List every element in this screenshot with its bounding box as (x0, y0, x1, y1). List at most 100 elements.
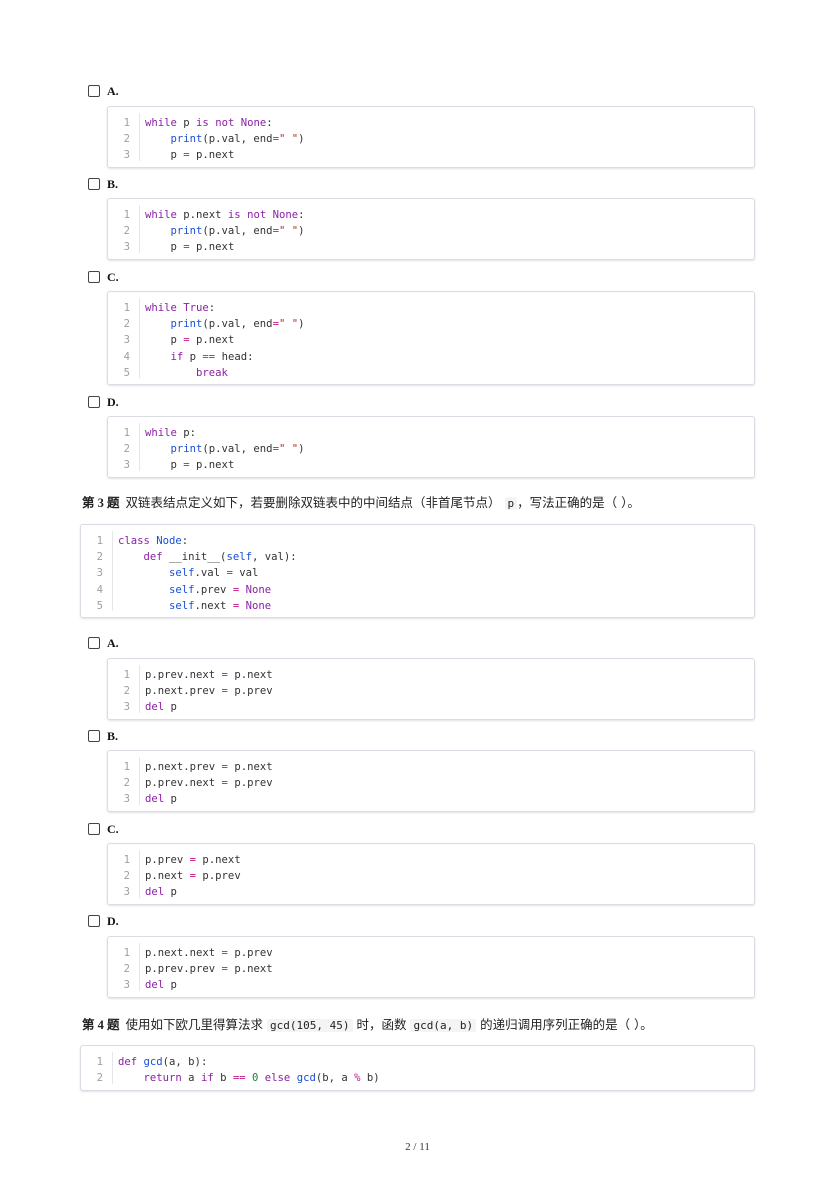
checkbox[interactable] (88, 178, 100, 190)
code-block: 1 p.next.prev = p.next 2 p.prev.next = p.pr… (107, 750, 755, 812)
option-label: A. (107, 83, 119, 98)
line-number: 5 (96, 599, 103, 612)
line-number: 3 (123, 701, 130, 714)
code-text: while p.next is not None: (145, 209, 305, 221)
option-c-checkbox-row[interactable]: C. (88, 269, 119, 285)
page-number: 2 / 11 (405, 1141, 430, 1153)
question-text: 双链表结点定义如下，若要删除双链表中的中间结点（非首尾节点） (125, 495, 501, 510)
code-line: 1 p.prev.next = p.next (108, 667, 754, 683)
line-number: 1 (123, 209, 130, 221)
code-line: 1 while p is not None: (108, 115, 754, 131)
code-line: 3 self.val = val (81, 565, 754, 581)
line-number: 2 (123, 225, 130, 238)
question-text: ，写法正确的是（ ）。 (517, 495, 640, 510)
line-number: 1 (123, 947, 130, 959)
line-number: 2 (123, 870, 130, 883)
line-number: 3 (123, 459, 130, 472)
option-label: A. (107, 635, 119, 650)
code-line: 2 print(p.val, end=" ") (108, 131, 754, 147)
code-text: self.prev = None (169, 583, 272, 596)
code-text: del p (145, 979, 177, 992)
checkbox[interactable] (88, 915, 100, 927)
code-text: return a if b == 0 else gcd(b, a % b) (143, 1072, 380, 1085)
code-line: 3 p = p.next (108, 332, 754, 348)
code-text: print(p.val, end=" ") (170, 225, 305, 238)
line-number: 2 (123, 777, 130, 790)
question-3: 第 3 题双链表结点定义如下，若要删除双链表中的中间结点（非首尾节点） p ，写法… (82, 492, 640, 511)
checkbox[interactable] (88, 637, 100, 649)
inline-code: p (504, 497, 518, 510)
code-line: 3 del p (108, 977, 754, 993)
line-number: 3 (123, 149, 130, 162)
option-b-checkbox-row[interactable]: B. (88, 728, 118, 744)
code-text: p.next = p.prev (145, 870, 241, 883)
checkbox[interactable] (88, 823, 100, 835)
code-line: 4 if p == head: (108, 349, 754, 365)
option-d-checkbox-row[interactable]: D. (88, 394, 119, 410)
code-text: del p (145, 886, 177, 899)
option-label: D. (107, 394, 119, 409)
code-line: 2 p.next.prev = p.prev (108, 683, 754, 699)
code-line: 2 p.prev.next = p.prev (108, 775, 754, 791)
code-text: while p is not None: (145, 117, 273, 129)
line-number: 2 (123, 685, 130, 698)
code-block: 1 p.prev = p.next 2 p.next = p.prev 3 del p (107, 843, 755, 905)
code-text: if p == head: (170, 350, 254, 363)
code-text: del p (145, 793, 177, 806)
line-number: 3 (123, 886, 130, 899)
option-d-checkbox-row[interactable]: D. (88, 913, 119, 929)
code-line: 2 def __init__(self, val): (81, 549, 754, 565)
option-a-checkbox-row[interactable]: A. (88, 83, 119, 99)
code-text: p = p.next (145, 334, 235, 347)
code-line: 1 p.next.next = p.prev (108, 945, 754, 961)
code-line: 1 while p: (108, 425, 754, 441)
code-line: 1 class Node: (81, 533, 754, 549)
code-text: p = p.next (145, 241, 235, 254)
code-line: 3 del p (108, 884, 754, 900)
option-c-checkbox-row[interactable]: C. (88, 821, 119, 837)
code-line: 3 del p (108, 699, 754, 715)
code-line: 3 del p (108, 791, 754, 807)
code-text: del p (145, 701, 177, 714)
checkbox[interactable] (88, 85, 100, 97)
code-text: class Node: (118, 535, 189, 547)
checkbox[interactable] (88, 730, 100, 742)
code-text: p.prev = p.next (145, 854, 241, 866)
code-line: 1 p.prev = p.next (108, 852, 754, 868)
code-text: while p: (145, 427, 197, 439)
code-line: 3 p = p.next (108, 239, 754, 255)
code-text: p = p.next (145, 459, 235, 472)
code-line: 1 while p.next is not None: (108, 207, 754, 223)
checkbox[interactable] (88, 396, 100, 408)
option-label: C. (107, 269, 119, 284)
option-label: B. (107, 728, 119, 743)
code-text: def gcd(a, b): (118, 1056, 208, 1068)
code-text: p.prev.next = p.prev (145, 777, 273, 790)
option-a-checkbox-row[interactable]: A. (88, 635, 119, 651)
line-number: 2 (123, 443, 130, 456)
question-number: 第 3 题 (82, 496, 120, 510)
line-number: 1 (123, 669, 130, 681)
code-line: 1 def gcd(a, b): (81, 1054, 754, 1070)
code-block: 1 while True: 2 print(p.val, end=" ") 3 p =… (107, 291, 755, 385)
option-b-checkbox-row[interactable]: B. (88, 176, 118, 192)
code-line: 2 print(p.val, end=" ") (108, 223, 754, 239)
question-text: 时，函数 (356, 1017, 407, 1032)
code-block: 1 p.next.next = p.prev 2 p.prev.prev = p.ne… (107, 936, 755, 998)
code-text: p.prev.prev = p.next (145, 963, 273, 976)
code-text: break (196, 366, 228, 379)
code-text: p = p.next (145, 149, 235, 162)
question-number: 第 4 题 (82, 1018, 120, 1032)
code-text: self.val = val (169, 567, 259, 580)
option-label: C. (107, 821, 119, 836)
code-block: 1 while p.next is not None: 2 print(p.val,… (107, 198, 755, 260)
line-number: 4 (96, 583, 103, 596)
code-block: 1 class Node: 2 def __init__(self, val): 3 … (80, 524, 755, 618)
code-block: 1 def gcd(a, b): 2 return a if b == 0 else… (80, 1045, 755, 1091)
code-line: 3 p = p.next (108, 457, 754, 473)
inline-code: gcd(105, 45) (267, 1019, 353, 1032)
code-text: p.next.next = p.prev (145, 947, 273, 959)
checkbox[interactable] (88, 271, 100, 283)
code-line: 2 print(p.val, end=" ") (108, 316, 754, 332)
code-text: print(p.val, end=" ") (170, 318, 305, 331)
